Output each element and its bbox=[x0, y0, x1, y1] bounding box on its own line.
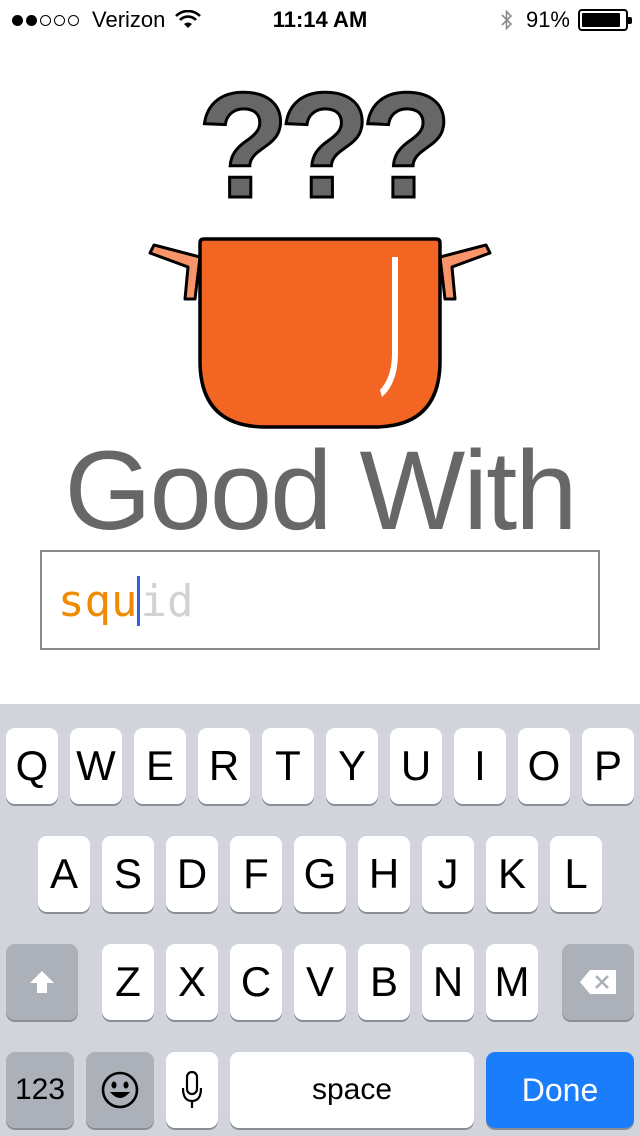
key-p[interactable]: P bbox=[582, 728, 634, 804]
shift-arrow-icon bbox=[30, 971, 54, 993]
key-e[interactable]: E bbox=[134, 728, 186, 804]
key-z[interactable]: Z bbox=[102, 944, 154, 1020]
autocomplete-suggestion: id bbox=[140, 576, 194, 627]
key-x[interactable]: X bbox=[166, 944, 218, 1020]
key-i[interactable]: I bbox=[454, 728, 506, 804]
battery-icon bbox=[578, 9, 632, 31]
space-key[interactable]: space bbox=[230, 1052, 474, 1128]
dictation-key[interactable] bbox=[166, 1052, 218, 1128]
key-a[interactable]: A bbox=[38, 836, 90, 912]
key-l[interactable]: L bbox=[550, 836, 602, 912]
key-d[interactable]: D bbox=[166, 836, 218, 912]
key-u[interactable]: U bbox=[390, 728, 442, 804]
typed-text: squ bbox=[58, 576, 138, 627]
status-bar: Verizon 11:14 AM 91% bbox=[0, 0, 640, 40]
key-n[interactable]: N bbox=[422, 944, 474, 1020]
battery-percent: 91% bbox=[525, 7, 570, 32]
key-q[interactable]: Q bbox=[6, 728, 58, 804]
page-title: Good With bbox=[64, 428, 577, 553]
key-r[interactable]: R bbox=[198, 728, 250, 804]
key-s[interactable]: S bbox=[102, 836, 154, 912]
ingredient-search-input[interactable]: squid bbox=[40, 550, 600, 650]
battery-level bbox=[582, 13, 621, 27]
question-marks-icon: ??? bbox=[196, 85, 455, 231]
key-k[interactable]: K bbox=[486, 836, 538, 912]
key-o[interactable]: O bbox=[518, 728, 570, 804]
microphone-icon bbox=[181, 1070, 203, 1108]
numbers-key[interactable]: 123 bbox=[6, 1052, 74, 1128]
done-button[interactable]: Done bbox=[486, 1052, 634, 1128]
key-c[interactable]: C bbox=[230, 944, 282, 1020]
key-b[interactable]: B bbox=[358, 944, 410, 1020]
keyboard: QWERTYUIOP ASDFGHJKL ZXCVBNM 123 space D… bbox=[0, 704, 640, 1136]
key-y[interactable]: Y bbox=[326, 728, 378, 804]
emoji-key[interactable] bbox=[86, 1052, 154, 1128]
key-j[interactable]: J bbox=[422, 836, 474, 912]
status-right: 91% bbox=[500, 7, 632, 33]
svg-text:???: ??? bbox=[198, 85, 444, 229]
emoji-icon bbox=[101, 1071, 139, 1109]
shift-key[interactable] bbox=[6, 944, 78, 1020]
key-w[interactable]: W bbox=[70, 728, 122, 804]
bluetooth-icon bbox=[501, 9, 513, 31]
input-text: squid bbox=[58, 574, 193, 630]
backspace-icon bbox=[580, 970, 616, 994]
app-logo: ??? bbox=[148, 85, 492, 429]
key-m[interactable]: M bbox=[486, 944, 538, 1020]
cooking-pot-icon bbox=[148, 237, 492, 429]
key-h[interactable]: H bbox=[358, 836, 410, 912]
key-g[interactable]: G bbox=[294, 836, 346, 912]
key-t[interactable]: T bbox=[262, 728, 314, 804]
delete-key[interactable] bbox=[562, 944, 634, 1020]
key-f[interactable]: F bbox=[230, 836, 282, 912]
key-v[interactable]: V bbox=[294, 944, 346, 1020]
